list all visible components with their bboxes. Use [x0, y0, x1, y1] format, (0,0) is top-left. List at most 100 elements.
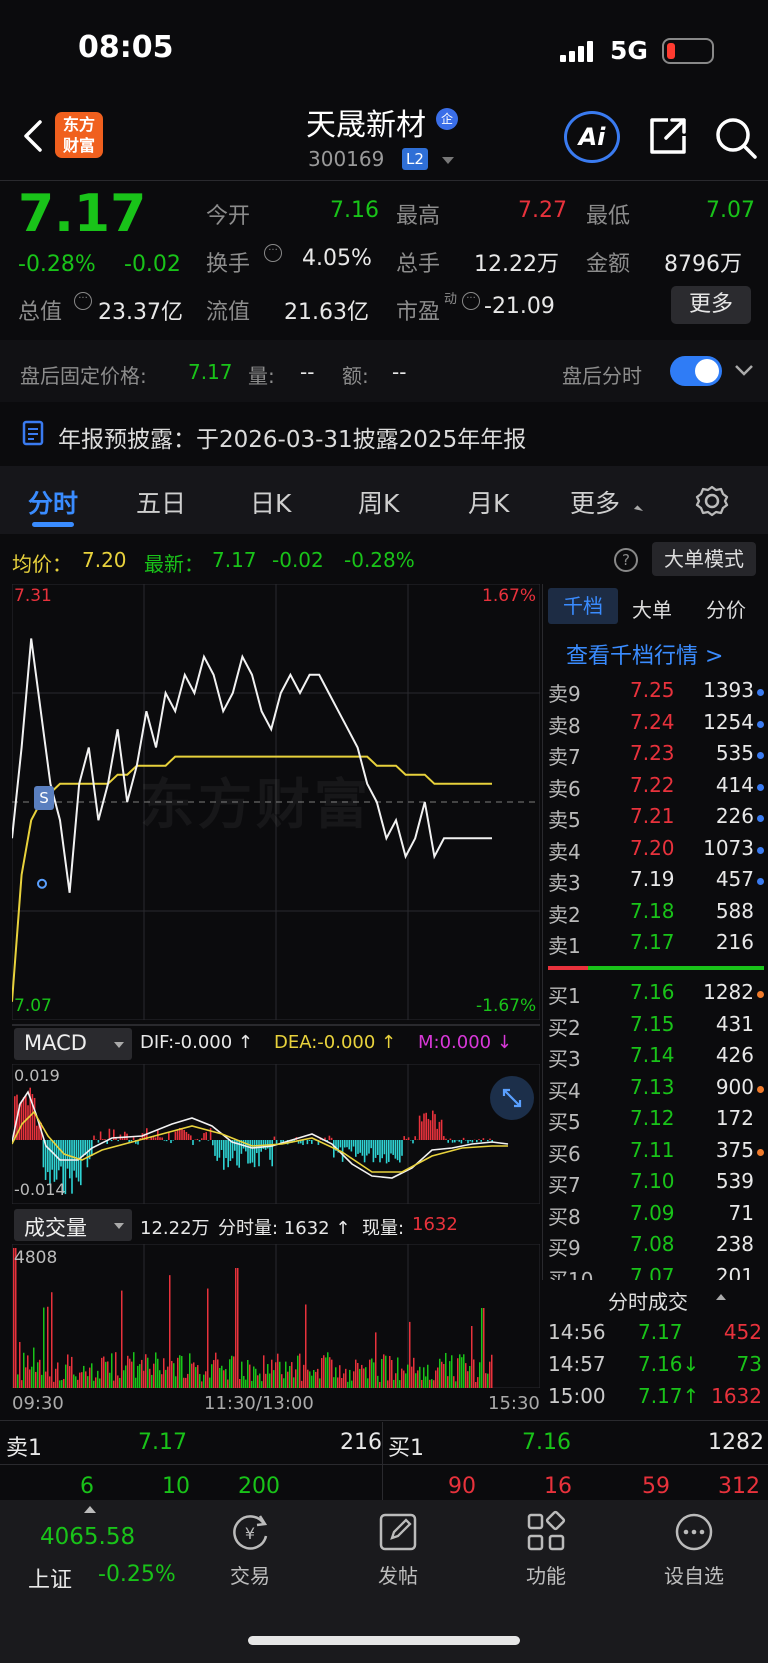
big-order-mode-button[interactable]: 大单模式	[652, 542, 756, 576]
orderbook-row[interactable]: 买1 7.16 1282	[548, 978, 768, 1009]
help-icon[interactable]: ?	[614, 548, 638, 572]
volume-bar	[331, 1359, 333, 1388]
chevron-down-icon[interactable]	[442, 157, 454, 164]
orderbook-tab-depth[interactable]: 千档	[548, 588, 618, 624]
settings-icon[interactable]	[695, 484, 729, 522]
expand-icon[interactable]	[490, 1076, 534, 1120]
volume-chart[interactable]	[12, 1244, 540, 1388]
time-start: 09:30	[12, 1393, 64, 1414]
more-button[interactable]: 更多	[671, 286, 751, 324]
orderbook-row[interactable]: 卖5 7.21 226	[548, 802, 768, 833]
time-end: 15:30	[488, 1393, 540, 1414]
orderbook-level: 卖5	[548, 808, 581, 832]
volume-selector[interactable]: 成交量	[14, 1209, 132, 1241]
search-icon[interactable]	[712, 114, 760, 166]
chevron-up-icon[interactable]	[716, 1294, 726, 1300]
macd-bar	[165, 1140, 168, 1142]
tab-more[interactable]: 更多	[570, 484, 620, 520]
share-icon[interactable]	[646, 114, 690, 162]
orderbook-volume: 238	[715, 1232, 754, 1256]
app-logo[interactable]: 东方 财富	[55, 112, 103, 158]
orderbook-row[interactable]: 买9 7.08 238	[548, 1230, 768, 1261]
info-icon-3[interactable]: ···	[462, 292, 480, 310]
orderbook-tab-price[interactable]: 分价	[706, 594, 746, 623]
orderbook-row[interactable]: 卖9 7.25 1393	[548, 676, 768, 707]
orderbook-row[interactable]: 卖3 7.19 457	[548, 865, 768, 896]
index-ticker[interactable]: 4065.58 上证 -0.25%	[18, 1502, 188, 1602]
orderbook-level: 买4	[548, 1078, 581, 1103]
orderbook-row[interactable]: 买7 7.10 539	[548, 1167, 768, 1198]
orderbook-row[interactable]: 买8 7.09 71	[548, 1199, 768, 1230]
bottom-sell-vol: 216	[340, 1430, 382, 1455]
orderbook-row[interactable]: 买3 7.14 426	[548, 1041, 768, 1072]
afterhours-toggle[interactable]	[670, 356, 722, 386]
volume-bar	[487, 1373, 489, 1388]
volume-bar	[377, 1375, 379, 1388]
info-icon-2[interactable]: ···	[74, 292, 92, 310]
macd-chart[interactable]	[12, 1064, 540, 1204]
nav-post[interactable]: 发帖	[338, 1510, 458, 1589]
orderbook-row[interactable]: 买6 7.11 375	[548, 1136, 768, 1167]
tab-daily-k[interactable]: 日K	[250, 484, 291, 520]
view-depth-link[interactable]: 查看千档行情 >	[566, 638, 723, 670]
macd-bar	[172, 1140, 174, 1141]
sell-queue-1: 6	[80, 1474, 94, 1499]
orderbook-row[interactable]: 卖2 7.18 588	[548, 897, 768, 928]
macd-bar	[440, 1119, 443, 1140]
orderbook-row[interactable]: 卖7 7.23 535	[548, 739, 768, 770]
order-dot-icon	[757, 783, 764, 791]
macd-bar	[388, 1140, 390, 1162]
orderbook-row[interactable]: 卖4 7.20 1073	[548, 834, 768, 865]
volume-bar	[291, 1362, 293, 1388]
orderbook-level: 买7	[548, 1173, 581, 1197]
orderbook-level: 买1	[548, 984, 581, 1008]
change-percent: -0.28%	[18, 252, 96, 277]
volume-bar	[81, 1372, 83, 1388]
macd-bar	[27, 1105, 29, 1140]
volume-bar	[111, 1353, 113, 1388]
back-icon[interactable]	[18, 118, 46, 154]
ai-button[interactable]: Ai	[564, 111, 620, 163]
orderbook-level: 买8	[548, 1204, 581, 1229]
macd-bar	[102, 1139, 104, 1140]
orderbook-row[interactable]: 卖6 7.22 414	[548, 771, 768, 802]
volume-bar	[321, 1358, 323, 1388]
volume-bar	[67, 1354, 69, 1388]
nav-functions[interactable]: 功能	[486, 1510, 606, 1589]
info-icon[interactable]: ···	[264, 244, 282, 262]
macd-bar	[443, 1136, 445, 1140]
tab-five-day[interactable]: 五日	[136, 484, 186, 520]
volume-bar	[225, 1369, 227, 1388]
volume-now: 1632	[412, 1214, 458, 1235]
tab-weekly-k[interactable]: 周K	[358, 484, 399, 520]
volume-bar	[359, 1368, 361, 1388]
nav-watchlist[interactable]: 设自选	[634, 1510, 754, 1589]
level-badge[interactable]: L2	[402, 148, 428, 170]
macd-selector[interactable]: MACD	[14, 1028, 132, 1060]
ticks-title[interactable]: 分时成交	[608, 1286, 688, 1315]
tab-monthly-k[interactable]: 月K	[468, 484, 509, 520]
volume-bar	[317, 1368, 319, 1388]
orderbook-row[interactable]: 买4 7.13 900	[548, 1073, 768, 1104]
orderbook-row[interactable]: 卖8 7.24 1254	[548, 708, 768, 739]
orderbook-row[interactable]: 买5 7.12 172	[548, 1104, 768, 1135]
volume-bar	[491, 1354, 493, 1388]
volume-bar	[341, 1378, 343, 1388]
s-marker[interactable]: S	[34, 786, 54, 810]
float-label: 流值	[206, 300, 251, 325]
macd-bar	[124, 1131, 126, 1140]
orderbook-tab-bigorder[interactable]: 大单	[632, 594, 672, 623]
nav-trade[interactable]: ¥ 交易	[190, 1510, 310, 1589]
macd-bar	[392, 1140, 394, 1155]
volume-bar	[113, 1380, 115, 1388]
macd-bar	[471, 1140, 474, 1143]
edit-icon	[379, 1513, 417, 1551]
chevron-down-icon-2[interactable]	[734, 362, 754, 381]
notice-text[interactable]: 年报预披露：于2026-03-31披露2025年年报	[58, 420, 526, 454]
volume-bar	[255, 1368, 257, 1388]
volume-bar	[163, 1358, 165, 1388]
volume-bar	[383, 1354, 385, 1388]
orderbook-row[interactable]: 买2 7.15 431	[548, 1010, 768, 1041]
orderbook-row[interactable]: 卖1 7.17 216	[548, 928, 768, 959]
tab-intraday[interactable]: 分时	[28, 484, 78, 520]
